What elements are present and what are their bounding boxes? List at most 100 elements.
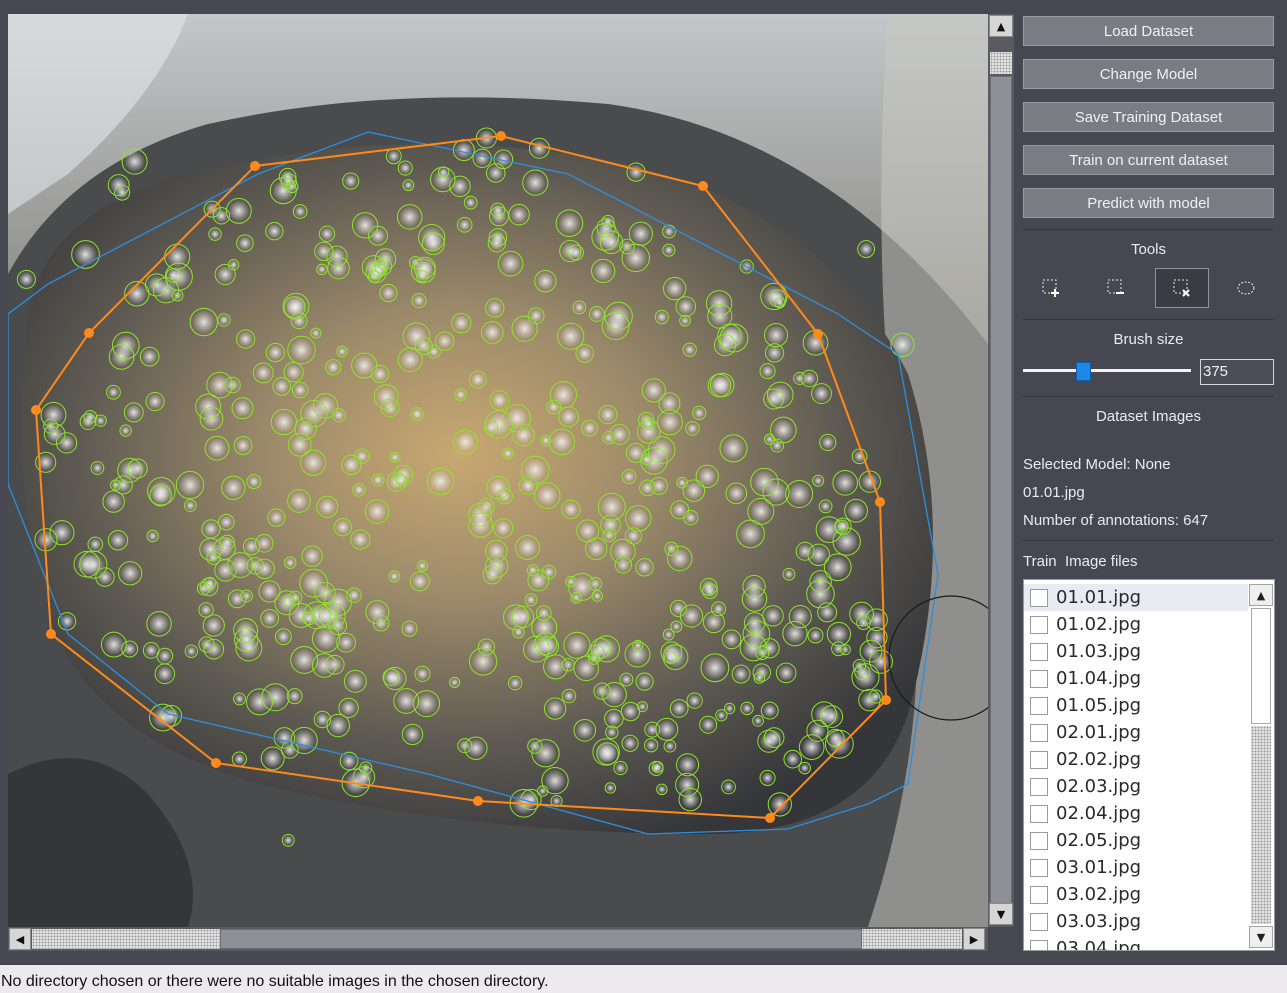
scroll-right-icon[interactable]: ▶	[963, 928, 985, 950]
train-button[interactable]: Train on current dataset	[1023, 145, 1274, 175]
shell-spot	[766, 345, 783, 361]
polygon-vertex-handle[interactable]	[698, 181, 708, 191]
polygon-vertex-handle[interactable]	[765, 813, 775, 823]
file-list-item[interactable]: 01.01.jpg	[1024, 584, 1248, 611]
file-list-item[interactable]: 03.01.jpg	[1024, 854, 1248, 881]
file-list-scrollbar[interactable]: ▲ ▼	[1248, 580, 1274, 950]
shell-spot	[582, 421, 597, 435]
file-checkbox[interactable]	[1030, 642, 1048, 661]
tools-title: Tools	[1130, 241, 1167, 258]
scroll-up-icon[interactable]: ▲	[989, 15, 1013, 37]
shell-spot	[834, 472, 856, 494]
shell-spot	[616, 557, 631, 572]
file-list-item[interactable]: 01.04.jpg	[1024, 665, 1248, 692]
file-list-item[interactable]: 01.05.jpg	[1024, 692, 1248, 719]
ellipse-tool-button[interactable]	[1219, 268, 1273, 308]
file-checkbox[interactable]	[1030, 912, 1048, 931]
file-list-item[interactable]: 01.03.jpg	[1024, 638, 1248, 665]
list-scroll-up-icon[interactable]: ▲	[1249, 584, 1273, 606]
shell-spot	[761, 771, 774, 785]
polygon-vertex-handle[interactable]	[46, 629, 56, 639]
shell-spot	[346, 672, 365, 691]
brush-size-slider[interactable]	[1023, 369, 1191, 372]
file-list-item[interactable]: 02.05.jpg	[1024, 827, 1248, 854]
file-list-item[interactable]: 02.03.jpg	[1024, 773, 1248, 800]
shell-spot	[813, 385, 830, 402]
file-list-item[interactable]: 01.02.jpg	[1024, 611, 1248, 638]
file-checkbox[interactable]	[1030, 669, 1048, 688]
scroll-down-icon[interactable]: ▼	[989, 903, 1013, 925]
shell-spot	[725, 704, 735, 713]
polygon-vertex-handle[interactable]	[250, 161, 260, 171]
shell-spot	[229, 260, 239, 270]
brush-size-input[interactable]: 375	[1200, 359, 1274, 385]
viewer-vertical-scrollbar[interactable]: ▲ ▼	[988, 14, 1014, 927]
file-checkbox[interactable]	[1030, 939, 1048, 950]
polygon-vertex-handle[interactable]	[211, 758, 221, 768]
list-scroll-track[interactable]	[1251, 726, 1271, 924]
file-checkbox[interactable]	[1030, 885, 1048, 904]
polygon-vertex-handle[interactable]	[813, 329, 823, 339]
change-model-button[interactable]: Change Model	[1023, 59, 1274, 89]
shell-spot	[650, 762, 663, 775]
shell-spot	[328, 247, 346, 266]
shell-spot	[267, 344, 284, 361]
polygon-vertex-handle[interactable]	[875, 497, 885, 507]
file-checkbox[interactable]	[1030, 588, 1048, 607]
vertical-scroll-thumb[interactable]	[990, 76, 1012, 914]
shell-spot	[813, 476, 823, 486]
remove-box-tool-button[interactable]	[1089, 268, 1143, 308]
shell-spot	[723, 631, 740, 648]
predict-button[interactable]: Predict with model	[1023, 188, 1274, 218]
list-scroll-down-icon[interactable]: ▼	[1249, 926, 1273, 948]
shell-spot	[637, 674, 652, 689]
file-list-item[interactable]: 03.02.jpg	[1024, 881, 1248, 908]
scroll-left-icon[interactable]: ◀	[9, 928, 31, 950]
image-file-list[interactable]: 01.01.jpg 01.02.jpg 01.03.jpg 01.04.jpg 01.0…	[1023, 579, 1275, 951]
shell-spot	[206, 438, 228, 459]
delete-box-tool-button[interactable]	[1155, 268, 1209, 308]
file-checkbox[interactable]	[1030, 696, 1048, 715]
file-checkbox[interactable]	[1030, 777, 1048, 796]
add-box-tool-button[interactable]	[1024, 268, 1078, 308]
horizontal-scroll-thumb[interactable]	[220, 929, 862, 949]
polygon-vertex-handle[interactable]	[31, 405, 41, 415]
file-checkbox[interactable]	[1030, 615, 1048, 634]
shell-spot	[530, 139, 548, 157]
shell-spot	[474, 150, 491, 167]
shell-spot	[320, 227, 334, 241]
shell-spot	[59, 613, 75, 629]
file-list-item[interactable]: 02.01.jpg	[1024, 719, 1248, 746]
file-checkbox[interactable]	[1030, 750, 1048, 769]
file-checkbox[interactable]	[1030, 804, 1048, 823]
brush-size-slider-handle[interactable]	[1076, 362, 1092, 381]
shell-spot	[664, 646, 686, 668]
shell-spot	[573, 301, 585, 313]
file-checkbox[interactable]	[1030, 723, 1048, 742]
load-dataset-button[interactable]: Load Dataset	[1023, 16, 1274, 46]
polygon-vertex-handle[interactable]	[84, 328, 94, 338]
file-list-item[interactable]: 02.04.jpg	[1024, 800, 1248, 827]
file-list-item[interactable]: 02.02.jpg	[1024, 746, 1248, 773]
brush-size-title: Brush size	[1113, 331, 1184, 348]
file-checkbox[interactable]	[1030, 858, 1048, 877]
shell-spot	[563, 690, 575, 702]
polygon-vertex-handle[interactable]	[473, 796, 483, 806]
divider	[1023, 229, 1274, 230]
shell-spot	[248, 690, 271, 713]
file-checkbox[interactable]	[1030, 831, 1048, 850]
viewer-horizontal-scrollbar[interactable]: ◀ ▶	[8, 927, 988, 951]
scroll-track-right[interactable]	[862, 929, 962, 949]
list-scroll-thumb[interactable]	[1251, 608, 1271, 724]
save-training-dataset-button[interactable]: Save Training Dataset	[1023, 102, 1274, 132]
file-list-item[interactable]: 03.03.jpg	[1024, 908, 1248, 935]
polygon-vertex-handle[interactable]	[496, 131, 506, 141]
file-list-item[interactable]: 03.04.jpg	[1024, 935, 1248, 950]
file-name: 02.04.jpg	[1056, 803, 1142, 824]
image-viewer[interactable]	[8, 14, 988, 927]
scroll-track-dotted[interactable]	[990, 52, 1012, 74]
shell-spot	[148, 613, 170, 635]
annotated-image[interactable]	[8, 14, 988, 927]
polygon-vertex-handle[interactable]	[881, 695, 891, 705]
scroll-track-left[interactable]	[32, 929, 220, 949]
